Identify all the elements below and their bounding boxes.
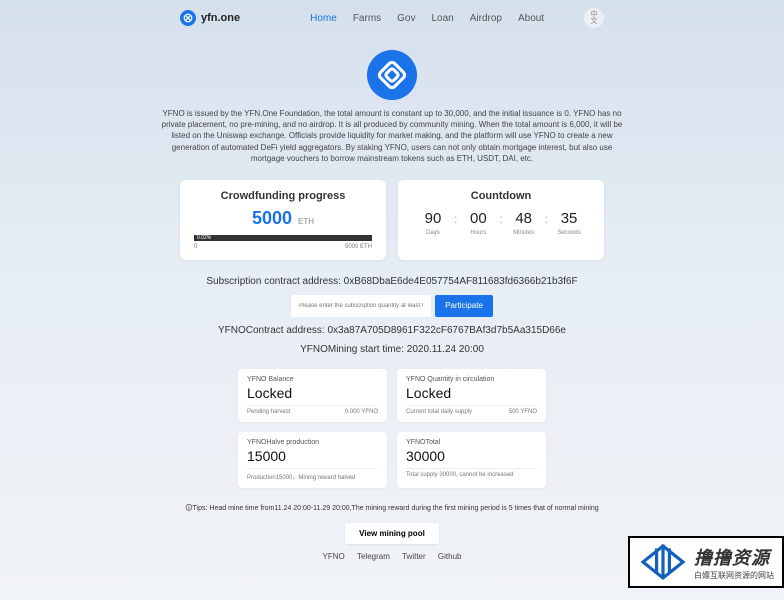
card-title: YFNO Quantity in circulation bbox=[406, 376, 537, 383]
card-title: YFNO Balance bbox=[247, 376, 378, 383]
nav-about[interactable]: About bbox=[518, 13, 544, 24]
seconds-value: 35 bbox=[548, 210, 590, 227]
card-sub: Pending harvest 0.000 YFNO bbox=[247, 405, 378, 415]
nav-gov[interactable]: Gov bbox=[397, 13, 415, 24]
card-circulation: YFNO Quantity in circulation Locked Curr… bbox=[397, 369, 546, 422]
logo-text: yfn.one bbox=[201, 12, 240, 24]
card-sub-label: Total supply 30000, cannot be increased bbox=[406, 472, 513, 478]
language-toggle[interactable]: 中 文 bbox=[584, 8, 604, 28]
hours-label: Hours bbox=[457, 230, 499, 236]
progress-unit: ETH bbox=[298, 217, 314, 226]
card-value: Locked bbox=[406, 385, 537, 401]
card-sub-value: 500 YFNO bbox=[509, 409, 537, 415]
crowdfunding-amount: 5000 ETH bbox=[194, 208, 372, 229]
nav-airdrop[interactable]: Airdrop bbox=[470, 13, 502, 24]
card-halve: YFNOHalve production 15000 Production150… bbox=[238, 432, 387, 488]
hours-value: 00 bbox=[457, 210, 499, 227]
footer-link-github[interactable]: Github bbox=[438, 552, 462, 561]
minutes-value: 48 bbox=[503, 210, 545, 227]
card-sub: Production15000，Mining reward halved bbox=[247, 468, 378, 481]
nav-farms[interactable]: Farms bbox=[353, 13, 381, 24]
hero: YFNO is issued by the YFN.One Foundation… bbox=[0, 36, 784, 172]
nav-loan[interactable]: Loan bbox=[432, 13, 454, 24]
panels-row: Crowdfunding progress 5000 ETH 0.02% 0 5… bbox=[0, 172, 784, 268]
days-value: 90 bbox=[412, 210, 454, 227]
participate-row: Participate bbox=[0, 295, 784, 317]
participate-button[interactable]: Participate bbox=[435, 295, 493, 317]
mining-start-time: YFNOMining start time: 2020.11.24 20:00 bbox=[0, 344, 784, 355]
days-label: Days bbox=[412, 230, 454, 236]
countdown-panel: Countdown 90 Days : 00 Hours : 48 Minute… bbox=[398, 180, 604, 260]
footer-link-telegram[interactable]: Telegram bbox=[357, 552, 390, 561]
progress-min: 0 bbox=[194, 244, 197, 250]
quantity-input[interactable] bbox=[291, 295, 431, 317]
progress-bar: 0.02% bbox=[194, 235, 372, 241]
countdown-hours: 00 Hours bbox=[457, 210, 499, 236]
minutes-label: Minutes bbox=[503, 230, 545, 236]
watermark: 撸撸资源 白嫖互联网资源的网站 bbox=[628, 536, 784, 588]
footer-link-yfno[interactable]: YFNO bbox=[323, 552, 345, 561]
progress-max: 5000 ETH bbox=[345, 244, 372, 250]
countdown-title: Countdown bbox=[412, 190, 590, 202]
card-value: 15000 bbox=[247, 448, 378, 464]
progress-percent: 0.02% bbox=[197, 235, 211, 241]
card-balance: YFNO Balance Locked Pending harvest 0.00… bbox=[238, 369, 387, 422]
logo-icon bbox=[180, 10, 196, 26]
card-title: YFNOHalve production bbox=[247, 439, 378, 446]
lang-top: 中 bbox=[591, 11, 598, 18]
countdown-row: 90 Days : 00 Hours : 48 Minutes : 35 Sec… bbox=[412, 210, 590, 236]
watermark-sub: 白嫖互联网资源的网站 bbox=[694, 570, 774, 581]
progress-value: 5000 bbox=[252, 208, 292, 228]
card-title: YFNOTotal bbox=[406, 439, 537, 446]
stats-cards: YFNO Balance Locked Pending harvest 0.00… bbox=[0, 363, 784, 494]
tips-text: 🛈Tips: Head mine time from11.24 20:00-11… bbox=[0, 504, 784, 515]
header: yfn.one Home Farms Gov Loan Airdrop Abou… bbox=[0, 0, 784, 36]
card-sub-label: Production15000，Mining reward halved bbox=[247, 472, 355, 481]
card-sub: Current total daily supply 500 YFNO bbox=[406, 405, 537, 415]
lang-bottom: 文 bbox=[591, 18, 598, 25]
contract-address: YFNOContract address: 0x3a87A705D8961F32… bbox=[0, 325, 784, 336]
logo[interactable]: yfn.one bbox=[180, 10, 240, 26]
nav-home[interactable]: Home bbox=[310, 13, 337, 24]
hero-logo-icon bbox=[367, 50, 417, 100]
view-mining-pool-button[interactable]: View mining pool bbox=[345, 523, 439, 544]
countdown-days: 90 Days bbox=[412, 210, 454, 236]
card-value: 30000 bbox=[406, 448, 537, 464]
watermark-main: 撸撸资源 bbox=[694, 544, 774, 570]
footer-link-twitter[interactable]: Twitter bbox=[402, 552, 426, 561]
crowdfunding-title: Crowdfunding progress bbox=[194, 190, 372, 202]
countdown-minutes: 48 Minutes bbox=[503, 210, 545, 236]
countdown-seconds: 35 Seconds bbox=[548, 210, 590, 236]
watermark-icon bbox=[638, 542, 688, 582]
progress-labels: 0 5000 ETH bbox=[194, 244, 372, 250]
card-sub: Total supply 30000, cannot be increased bbox=[406, 468, 537, 478]
card-sub-label: Current total daily supply bbox=[406, 409, 472, 415]
card-sub-label: Pending harvest bbox=[247, 409, 290, 415]
card-total: YFNOTotal 30000 Total supply 30000, cann… bbox=[397, 432, 546, 488]
card-value: Locked bbox=[247, 385, 378, 401]
subscription-address: Subscription contract address: 0xB68DbaE… bbox=[0, 276, 784, 287]
card-sub-value: 0.000 YFNO bbox=[345, 409, 378, 415]
seconds-label: Seconds bbox=[548, 230, 590, 236]
crowdfunding-panel: Crowdfunding progress 5000 ETH 0.02% 0 5… bbox=[180, 180, 386, 260]
nav: Home Farms Gov Loan Airdrop About bbox=[310, 13, 544, 24]
hero-description: YFNO is issued by the YFN.One Foundation… bbox=[160, 108, 624, 164]
